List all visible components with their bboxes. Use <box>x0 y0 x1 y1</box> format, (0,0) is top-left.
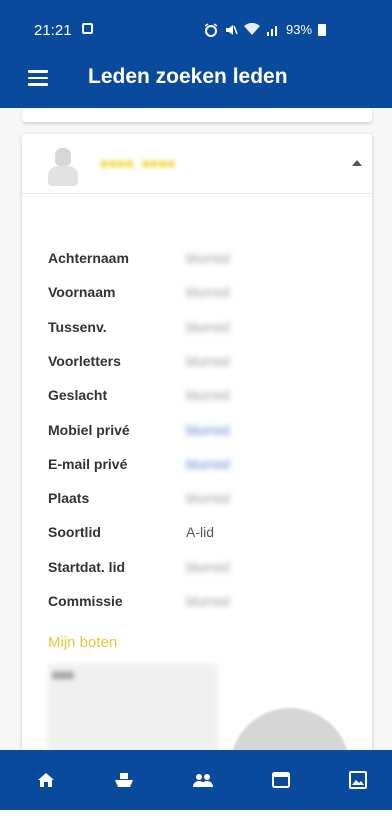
detail-row: Achternaam blurred <box>48 250 368 270</box>
mute-icon <box>226 24 238 35</box>
detail-value: blurred <box>186 318 230 335</box>
detail-row: Mobiel privé blurred <box>48 422 368 442</box>
app-bar: Leden zoeken leden <box>0 48 392 108</box>
nav-gallery[interactable] <box>341 764 375 796</box>
main-content[interactable]: ■■■■, ■■■■ Achternaam blurred Voornaam blur… <box>0 108 392 750</box>
boat-list-item[interactable]: ■■■ <box>48 664 218 750</box>
detail-label: Plaats <box>48 490 90 507</box>
detail-value: blurred <box>186 387 230 404</box>
wifi-icon <box>244 23 260 35</box>
signal-icon <box>267 26 277 36</box>
battery-icon <box>318 23 327 36</box>
status-indicators: 93% <box>204 22 327 37</box>
nav-boats[interactable] <box>107 764 141 796</box>
detail-label: Achternaam <box>48 250 129 266</box>
boat-image <box>230 708 350 750</box>
member-card: ■■■■, ■■■■ Achternaam blurred Voornaam blur… <box>22 134 372 750</box>
detail-value[interactable]: blurred <box>186 422 230 438</box>
chevron-up-icon[interactable] <box>352 160 362 166</box>
detail-value[interactable]: blurred <box>186 456 230 472</box>
alarm-icon <box>204 22 218 37</box>
battery-percentage: 93% <box>286 22 313 37</box>
detail-label: Voorletters <box>48 352 121 369</box>
gallery-icon <box>349 771 367 789</box>
members-icon <box>193 774 213 787</box>
detail-value: blurred <box>186 558 230 575</box>
nav-calendar[interactable] <box>264 764 298 796</box>
member-card-header[interactable]: ■■■■, ■■■■ <box>22 134 372 194</box>
detail-row: Voornaam blurred <box>48 284 368 304</box>
detail-label: E-mail privé <box>48 455 128 472</box>
status-time: 21:21 <box>34 22 72 39</box>
detail-value: blurred <box>186 490 230 507</box>
detail-value: blurred <box>186 250 230 266</box>
nav-members[interactable] <box>186 764 220 796</box>
detail-label: Soortlid <box>48 524 101 541</box>
calendar-icon <box>272 772 290 788</box>
bottom-navigation <box>0 750 392 810</box>
bottom-edge <box>0 810 392 816</box>
detail-row: Soortlid A-lid <box>48 524 368 544</box>
detail-label: Mobiel privé <box>48 421 130 438</box>
detail-value: blurred <box>186 352 230 369</box>
member-name: ■■■■, ■■■■ <box>100 155 176 171</box>
status-bar: 21:21 93% <box>0 0 392 48</box>
avatar <box>48 148 78 186</box>
detail-label: Startdat. lid <box>48 558 126 575</box>
boat-icon <box>115 773 133 787</box>
previous-card <box>22 108 372 122</box>
detail-row: Geslacht blurred <box>48 387 368 407</box>
detail-value: blurred <box>186 284 230 301</box>
detail-row: Voorletters blurred <box>48 353 368 373</box>
detail-row: Commissie blurred <box>48 593 368 613</box>
notification-icon <box>82 23 93 34</box>
detail-value: blurred <box>186 593 230 609</box>
detail-row: Tussenv. blurred <box>48 319 368 339</box>
my-boats-title: Mijn boten <box>48 634 118 651</box>
detail-value: A-lid <box>186 524 215 541</box>
menu-icon[interactable] <box>28 70 48 86</box>
home-icon <box>38 773 54 787</box>
detail-label: Commissie <box>48 593 123 609</box>
nav-home[interactable] <box>29 764 63 796</box>
detail-row: E-mail privé blurred <box>48 456 368 476</box>
detail-label: Geslacht <box>48 387 108 404</box>
detail-row: Plaats blurred <box>48 490 368 510</box>
detail-label: Voornaam <box>48 284 116 301</box>
page-title: Leden zoeken leden <box>88 65 288 88</box>
detail-row: Startdat. lid blurred <box>48 559 368 579</box>
detail-label: Tussenv. <box>48 318 107 335</box>
